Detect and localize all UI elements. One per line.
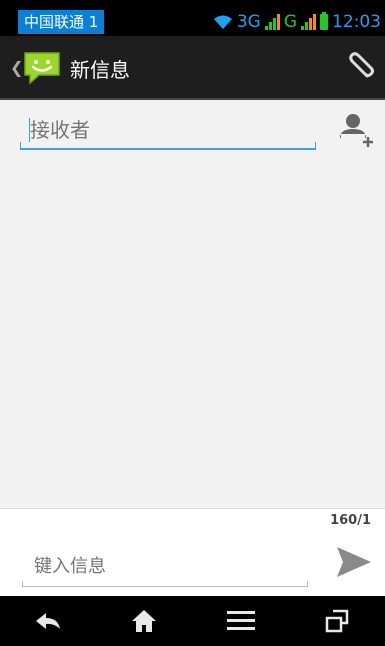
messaging-app-icon[interactable]: [22, 50, 62, 86]
status-indicators: 3G G 12:03: [213, 10, 381, 34]
clock: 12:03: [332, 12, 381, 32]
network2-type-label: G: [283, 12, 297, 32]
home-icon: [132, 610, 157, 632]
add-contact-icon[interactable]: [339, 112, 373, 148]
wifi-icon: [213, 15, 232, 29]
navigation-bar: [0, 596, 385, 646]
message-content-area: [0, 100, 385, 508]
paperclip-icon[interactable]: [341, 50, 377, 86]
back-icon: [36, 613, 61, 629]
nav-back-button[interactable]: [0, 596, 96, 646]
nav-menu-button[interactable]: [193, 596, 289, 646]
recent-apps-icon: [325, 609, 349, 633]
page-title: 新信息: [70, 58, 130, 82]
text-cursor: [29, 118, 30, 142]
char-counter: 160/1: [330, 513, 371, 528]
nav-home-button[interactable]: [96, 596, 192, 646]
send-icon[interactable]: [335, 545, 373, 579]
recipient-input[interactable]: [20, 114, 316, 146]
battery-icon: [320, 12, 328, 30]
message-input[interactable]: [22, 549, 308, 583]
message-field-wrapper: [22, 549, 308, 587]
action-bar: ❮ 新信息: [0, 36, 385, 100]
status-bar: 中国联通 1 3G G 12:03: [0, 0, 385, 36]
carrier-label: 中国联通 1: [18, 10, 105, 34]
menu-icon: [226, 611, 255, 630]
signal-icon: [264, 14, 280, 30]
recipient-field-wrapper: [20, 114, 316, 150]
compose-bar: 160/1: [0, 508, 385, 596]
network-type-label: 3G: [236, 12, 261, 32]
signal2-icon: [301, 14, 316, 30]
nav-recent-apps-button[interactable]: [289, 596, 385, 646]
